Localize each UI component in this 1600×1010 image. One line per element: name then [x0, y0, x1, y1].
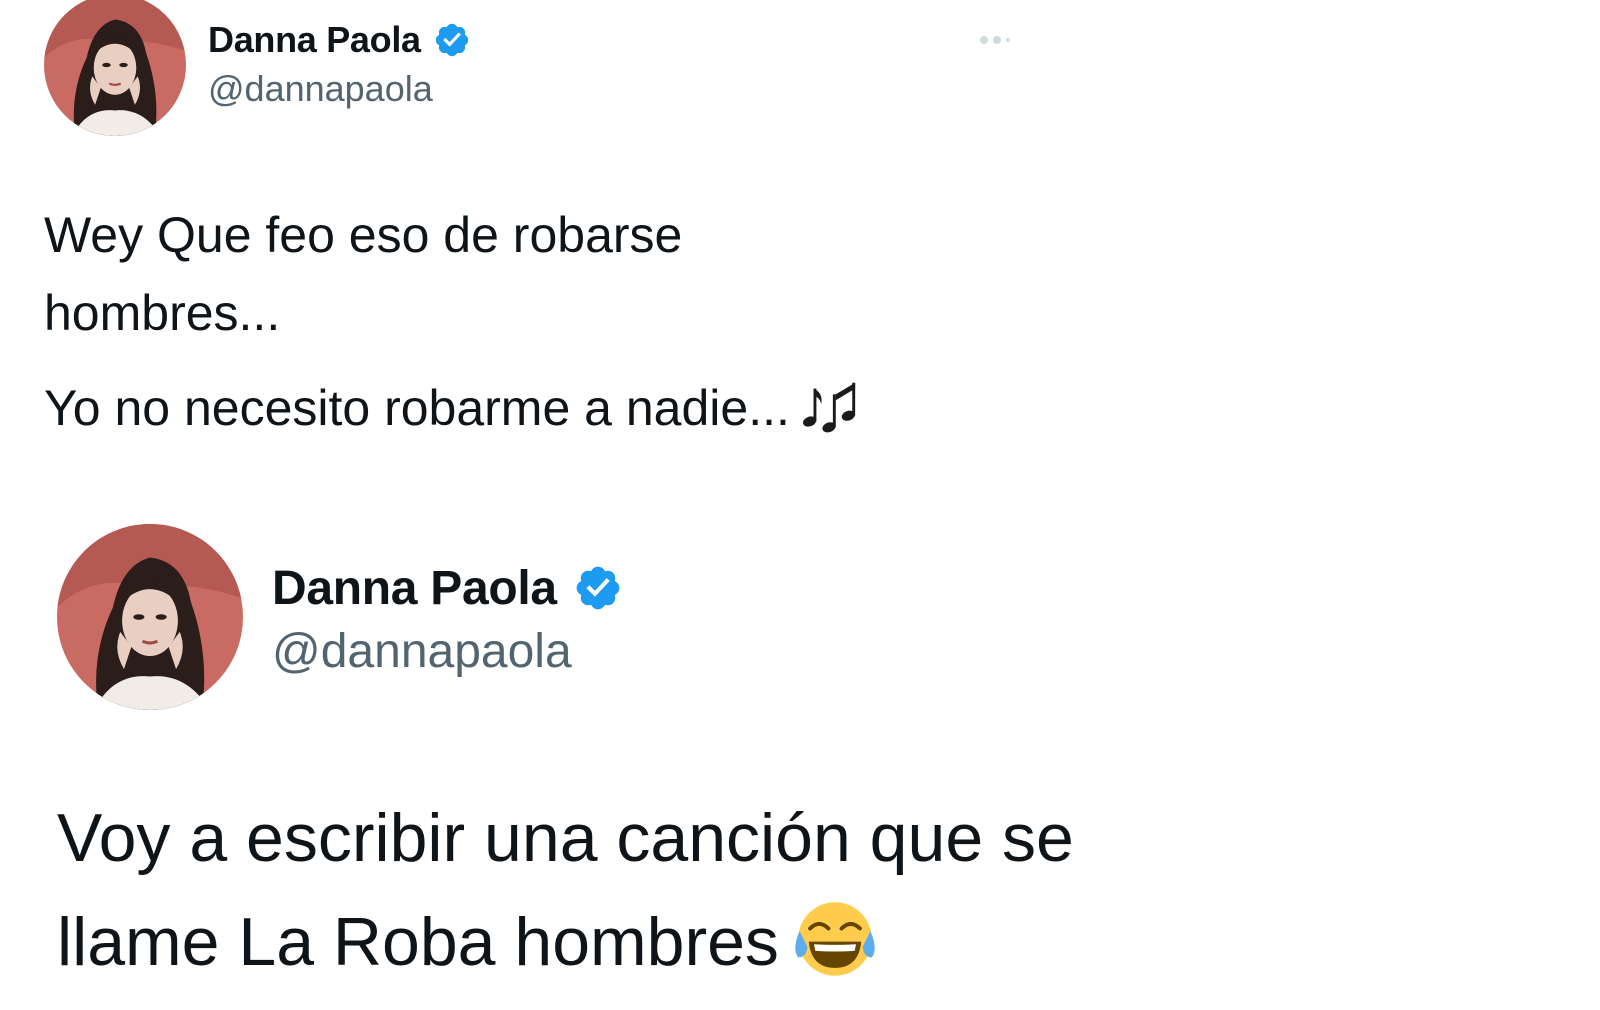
tweet-text: Voy a escribir una canción que se llame L…: [57, 786, 1074, 994]
avatar[interactable]: [44, 0, 186, 136]
display-name[interactable]: Danna Paola: [208, 19, 421, 61]
display-name[interactable]: Danna Paola: [272, 561, 557, 616]
tweet-1: Danna Paola @dannapaola Wey Que feo eso …: [0, 0, 1600, 500]
tweet-text-line-2: llame La Roba hombres: [57, 904, 779, 980]
tweet-text-line-3: Yo no necesito robarme a nadie...: [44, 380, 790, 436]
user-name-row[interactable]: Danna Paola: [272, 560, 623, 616]
face-with-tears-of-joy-icon: [793, 897, 877, 981]
user-handle[interactable]: @dannapaola: [208, 68, 433, 110]
tweet-text-paragraph-2: Yo no necesito robarme a nadie...: [44, 372, 860, 444]
tweet-text-line-2: hombres...: [44, 285, 281, 341]
more-options-icon[interactable]: [980, 28, 1020, 52]
avatar[interactable]: [57, 524, 243, 710]
verified-badge-icon: [433, 21, 471, 59]
user-handle[interactable]: @dannapaola: [272, 624, 572, 679]
user-name-row[interactable]: Danna Paola: [208, 18, 471, 62]
tweet-text-line-1: Voy a escribir una canción que se: [57, 800, 1074, 876]
verified-badge-icon: [573, 563, 623, 613]
tweet-text-line-1: Wey Que feo eso de robarse: [44, 207, 683, 263]
musical-notes-icon: [798, 375, 860, 437]
tweet-text: Wey Que feo eso de robarse hombres...: [44, 196, 682, 352]
tweet-2: Danna Paola @dannapaola Voy a escribir u…: [0, 500, 1600, 1010]
